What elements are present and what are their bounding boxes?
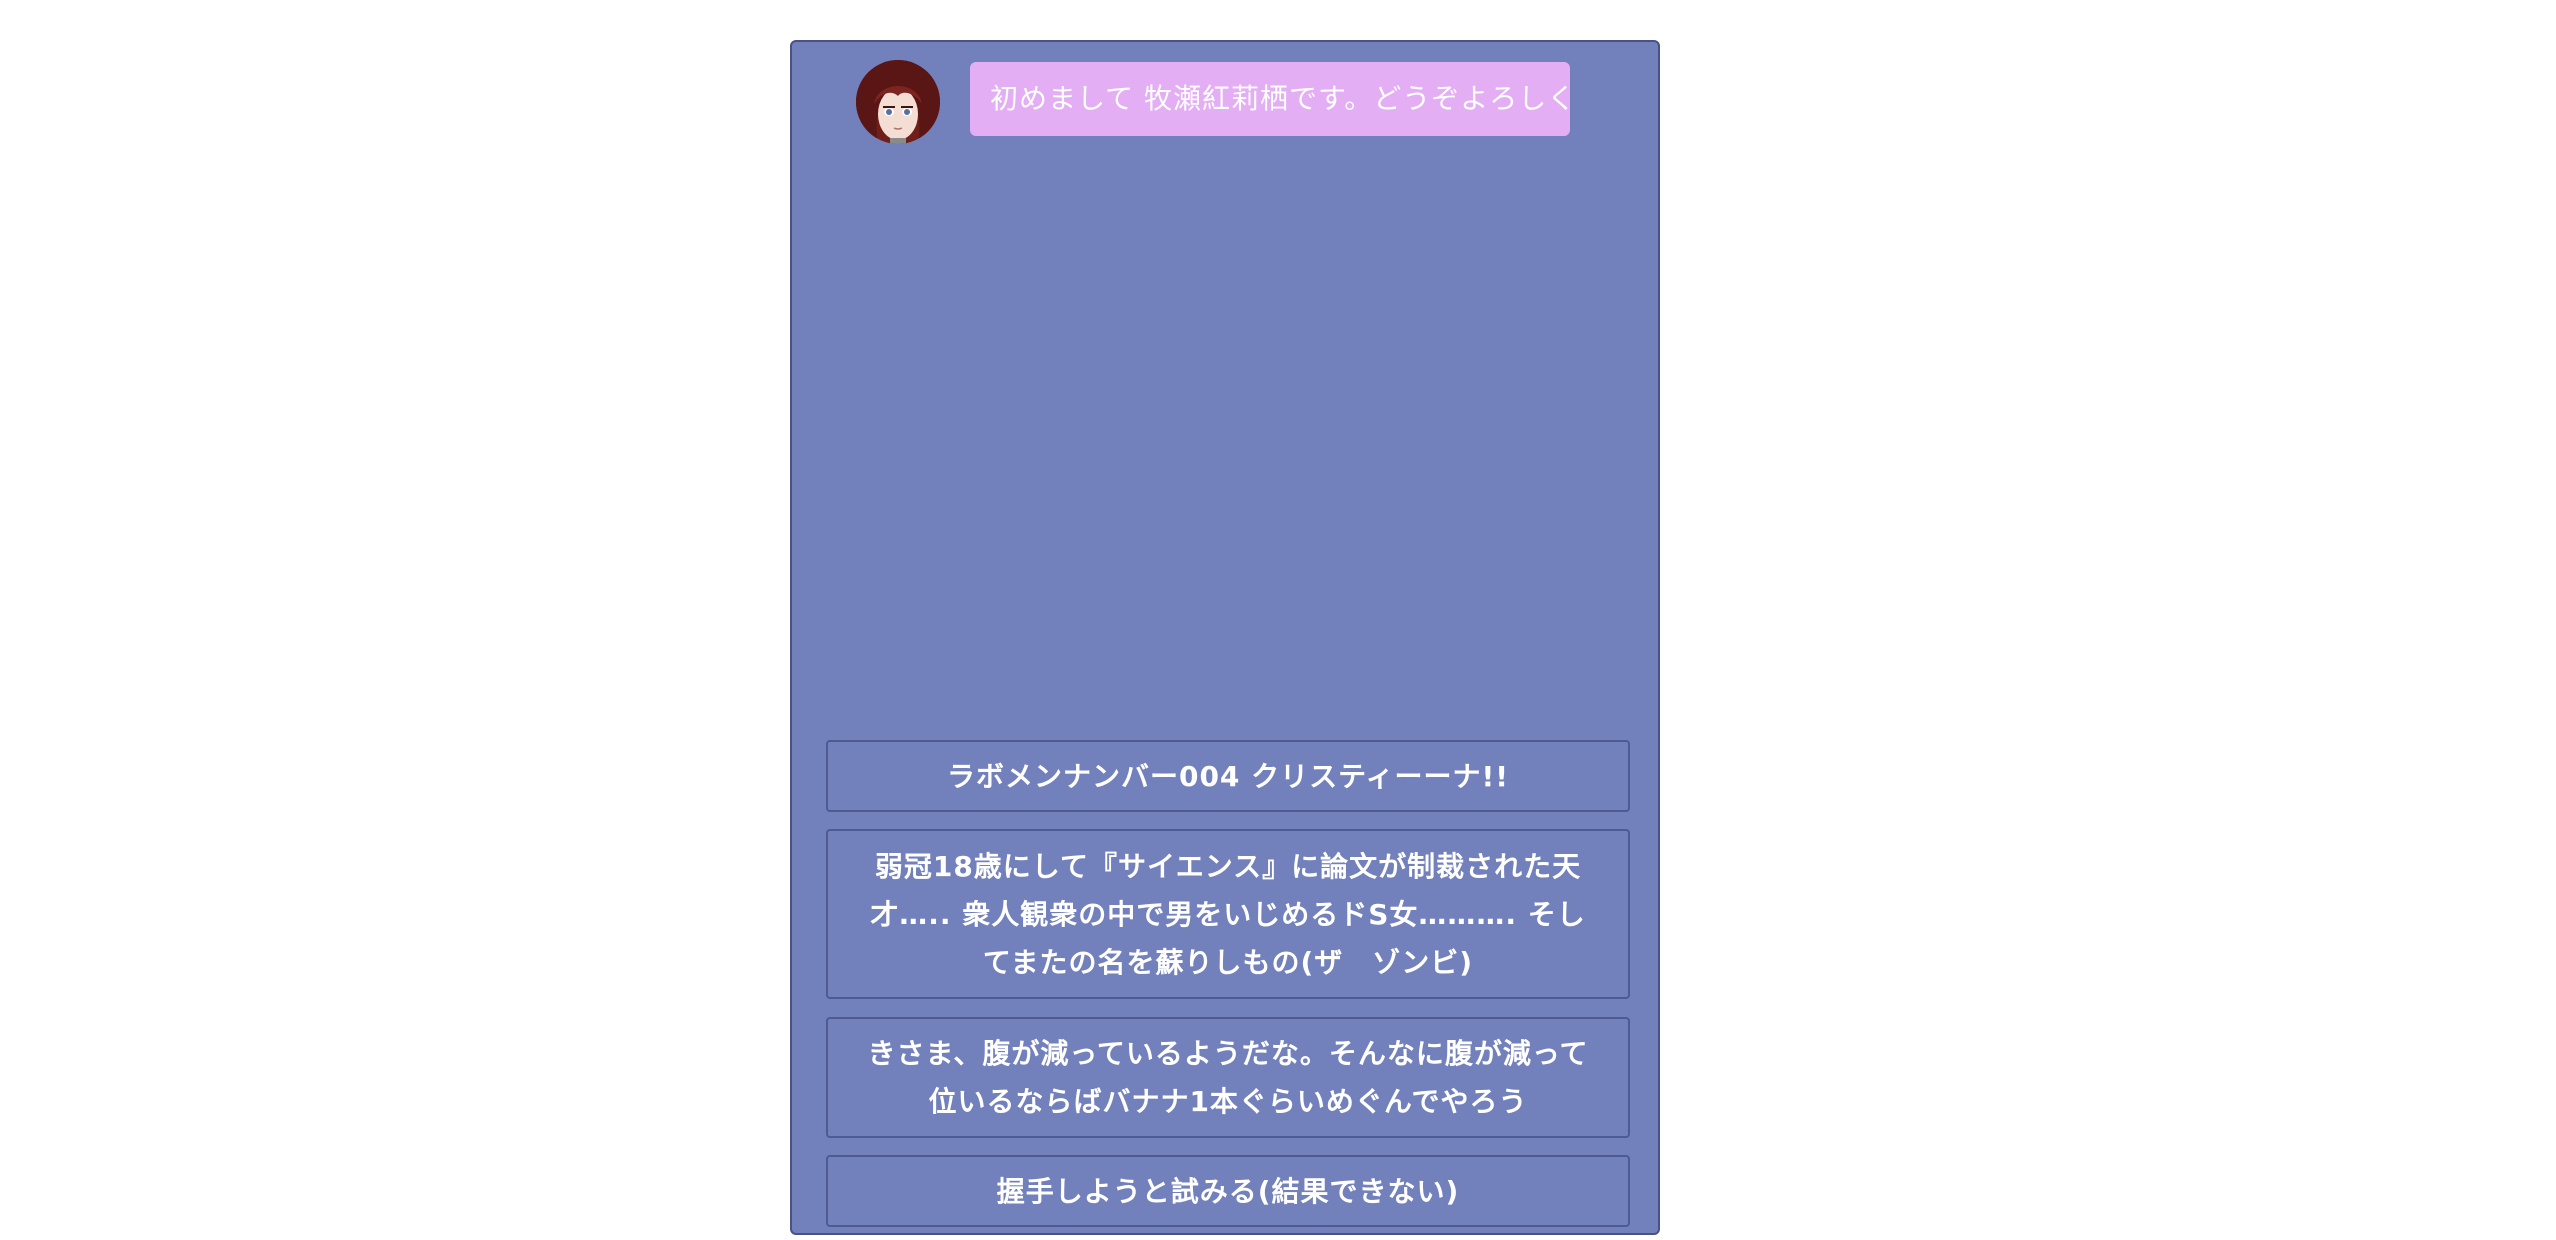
choice-button-1[interactable]: ラボメンナンバー004 クリスティーーナ!! (826, 740, 1630, 812)
avatar (856, 60, 940, 144)
choice-button-2[interactable]: 弱冠18歳にして『サイエンス』に論文が制裁された天才….. 衆人観衆の中で男をい… (826, 829, 1630, 999)
greeting-message: 初めまして 牧瀬紅莉栖です。どうぞよろしく (970, 62, 1575, 136)
choice-button-4[interactable]: 握手しようと試みる(結果できない) (826, 1155, 1630, 1227)
character-portrait-icon (856, 60, 940, 144)
chat-window: 初めまして 牧瀬紅莉栖です。どうぞよろしく ラボメンナンバー004 クリスティー… (790, 40, 1660, 1235)
choice-list: ラボメンナンバー004 クリスティーーナ!! 弱冠18歳にして『サイエンス』に論… (826, 740, 1630, 1227)
choice-button-3[interactable]: きさま、腹が減っているようだな。そんなに腹が減って位いるならばバナナ1本ぐらいめ… (826, 1017, 1630, 1138)
message-row: 初めまして 牧瀬紅莉栖です。どうぞよろしく (856, 60, 1575, 144)
